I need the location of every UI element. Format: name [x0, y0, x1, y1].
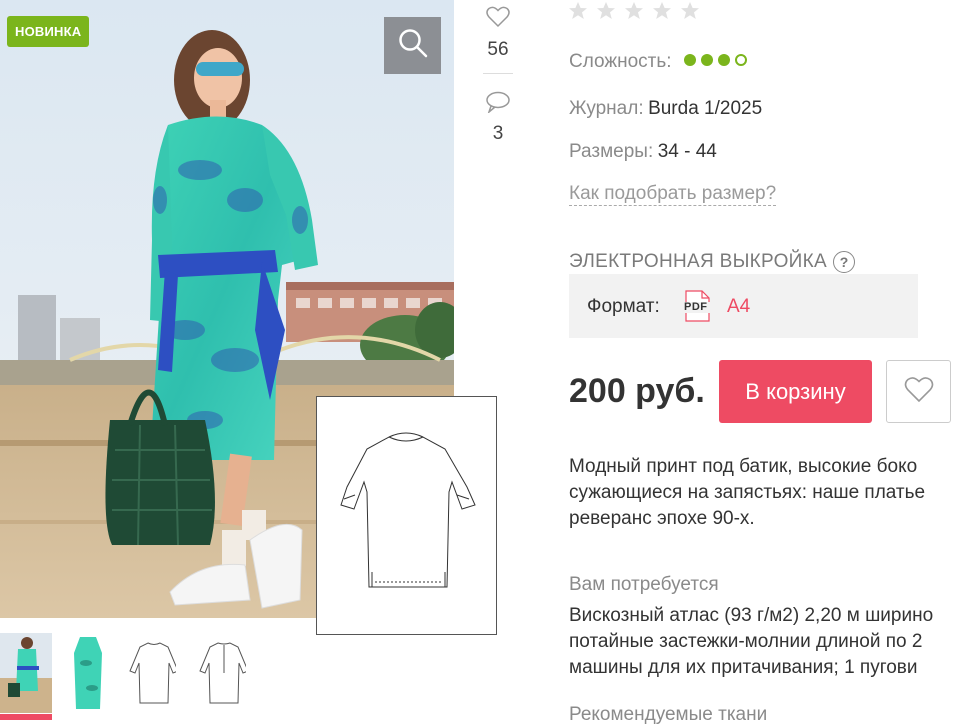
thumbnail-sketch-front[interactable]	[124, 633, 176, 713]
star-icon[interactable]	[624, 1, 644, 21]
heart-icon	[470, 6, 526, 33]
new-badge: НОВИНКА	[7, 16, 90, 47]
comment-icon	[470, 91, 526, 118]
star-icon[interactable]	[568, 1, 588, 21]
rating-stars[interactable]	[568, 1, 700, 21]
sizes-label: Размеры:	[569, 141, 654, 162]
complexity-dot-filled	[683, 54, 696, 66]
likes-count: 56	[487, 39, 509, 60]
thumbnail-sketch-back[interactable]	[194, 633, 246, 713]
complexity-dot-filled	[717, 54, 730, 66]
price: 200 руб.	[569, 372, 705, 410]
complexity-dot-empty	[734, 54, 747, 66]
journal-row: Журнал: Burda 1/2025	[569, 98, 762, 120]
add-to-cart-button[interactable]: В корзину	[719, 360, 872, 423]
sizes-row: Размеры: 34 - 44	[569, 141, 717, 163]
format-value[interactable]: A4	[727, 296, 750, 318]
search-icon	[398, 28, 428, 63]
needs-line: Вискозный атлас (93 г/м2) 2,20 м ширино	[569, 605, 934, 626]
heart-icon	[904, 376, 934, 408]
needs-line: машины для их притачивания; 1 пугови	[569, 657, 918, 678]
comments-counter[interactable]: 3	[470, 91, 526, 145]
description: Модный принт под батик, высокие боко суж…	[569, 454, 925, 532]
journal-label: Журнал:	[569, 98, 644, 119]
complexity-dot-filled	[700, 54, 713, 66]
journal-value: Burda 1/2025	[648, 98, 763, 119]
pdf-icon-text: PDF	[684, 301, 708, 313]
complexity-row: Сложность:	[569, 51, 752, 73]
fabrics-title: Рекомендуемые ткани	[569, 704, 768, 725]
likes-counter[interactable]: 56	[470, 6, 526, 61]
description-line: сужающиеся на запястьях: наше платье	[569, 482, 926, 503]
comments-count: 3	[492, 123, 504, 144]
technical-drawing[interactable]	[316, 396, 497, 635]
star-icon[interactable]	[652, 1, 672, 21]
format-label: Формат:	[587, 296, 660, 317]
thumbnail-dress[interactable]	[62, 633, 114, 713]
needs-text: Вискозный атлас (93 г/м2) 2,20 м ширино …	[569, 603, 933, 681]
zoom-button[interactable]	[384, 17, 441, 74]
complexity-dots	[683, 53, 752, 70]
size-guide-link[interactable]: Как подобрать размер?	[569, 183, 777, 206]
stats-divider	[483, 73, 513, 74]
star-icon[interactable]	[680, 1, 700, 21]
complexity-label: Сложность:	[569, 51, 672, 72]
needs-line: потайные застежки-молнии длиной по 2	[569, 631, 923, 652]
thumbnail-photo[interactable]	[0, 633, 52, 713]
section-title: ЭЛЕКТРОННАЯ ВЫКРОЙКА	[569, 251, 827, 272]
sizes-value: 34 - 44	[657, 141, 717, 162]
description-line: Модный принт под батик, высокие боко	[569, 456, 918, 477]
help-icon[interactable]: ?	[833, 251, 855, 273]
needs-title: Вам потребуется	[569, 574, 719, 595]
star-icon[interactable]	[596, 1, 616, 21]
pdf-icon: PDF	[683, 290, 711, 322]
description-line: реверанс эпохе 90-х.	[569, 508, 755, 529]
thumbnail-active-indicator	[0, 714, 52, 720]
favorite-button[interactable]	[886, 360, 951, 423]
